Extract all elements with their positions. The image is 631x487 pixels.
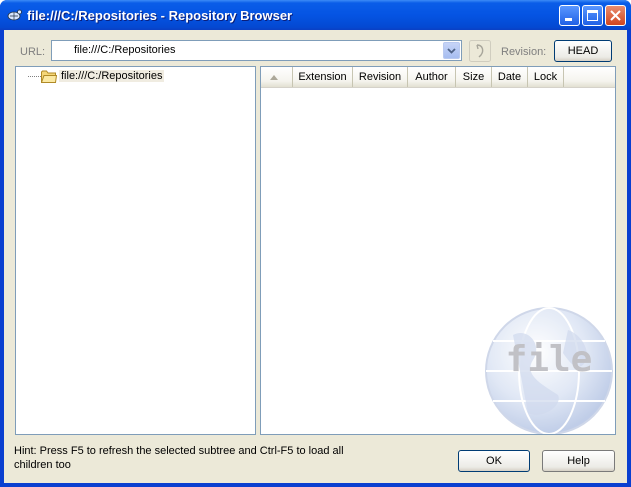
column-sort[interactable] <box>261 67 293 87</box>
column-date-label: Date <box>497 71 522 83</box>
folder-icon <box>41 70 57 83</box>
url-value: file:///C:/Repositories <box>74 44 176 56</box>
url-dropdown-button[interactable] <box>443 42 460 59</box>
watermark-text: file <box>506 339 593 380</box>
column-author[interactable]: Author <box>408 67 456 87</box>
minimize-icon <box>565 18 572 21</box>
tree-item-root[interactable]: file:///C:/Repositories <box>59 70 165 82</box>
ok-button[interactable]: OK <box>458 450 530 472</box>
maximize-icon <box>587 10 598 21</box>
app-window: file:///C:/Repositories - Repository Bro… <box>0 0 631 487</box>
revision-head-label: HEAD <box>567 45 599 57</box>
window-title: file:///C:/Repositories - Repository Bro… <box>27 8 293 23</box>
minimize-button[interactable] <box>559 5 580 26</box>
turtle-icon <box>7 9 22 21</box>
close-button[interactable] <box>605 5 626 26</box>
column-revision-label: Revision <box>358 71 402 83</box>
help-label: Help <box>567 455 590 467</box>
close-icon <box>610 10 621 21</box>
url-label: URL: <box>20 46 46 58</box>
chevron-down-icon <box>447 48 456 54</box>
revision-head-button[interactable]: HEAD <box>554 40 612 62</box>
tree-connector <box>28 76 41 77</box>
column-lock[interactable]: Lock <box>528 67 564 87</box>
url-combobox[interactable]: file:///C:/Repositories <box>51 40 462 61</box>
column-extension-label: Extension <box>298 71 347 83</box>
title-bar[interactable]: file:///C:/Repositories - Repository Bro… <box>0 0 631 30</box>
repository-tree[interactable]: file:///C:/Repositories <box>15 66 256 435</box>
browse-back-icon[interactable] <box>469 40 491 62</box>
column-author-label: Author <box>415 71 448 83</box>
globe-watermark-icon: file <box>485 307 613 434</box>
revision-label: Revision: <box>501 46 547 58</box>
file-list[interactable]: Extension Revision Author Size Date Lock <box>260 66 616 435</box>
dialog-body: URL: file:///C:/Repositories Revision: H… <box>4 30 627 483</box>
ok-label: OK <box>486 455 502 467</box>
column-size-label: Size <box>462 71 485 83</box>
help-button[interactable]: Help <box>542 450 615 472</box>
maximize-button[interactable] <box>582 5 603 26</box>
column-revision[interactable]: Revision <box>353 67 408 87</box>
column-date[interactable]: Date <box>492 67 528 87</box>
column-extension[interactable]: Extension <box>293 67 353 87</box>
sort-arrow-icon <box>270 75 278 80</box>
column-size[interactable]: Size <box>456 67 492 87</box>
column-lock-label: Lock <box>533 71 558 83</box>
hint-text: Hint: Press F5 to refresh the selected s… <box>14 445 344 471</box>
list-header: Extension Revision Author Size Date Lock <box>261 67 615 88</box>
